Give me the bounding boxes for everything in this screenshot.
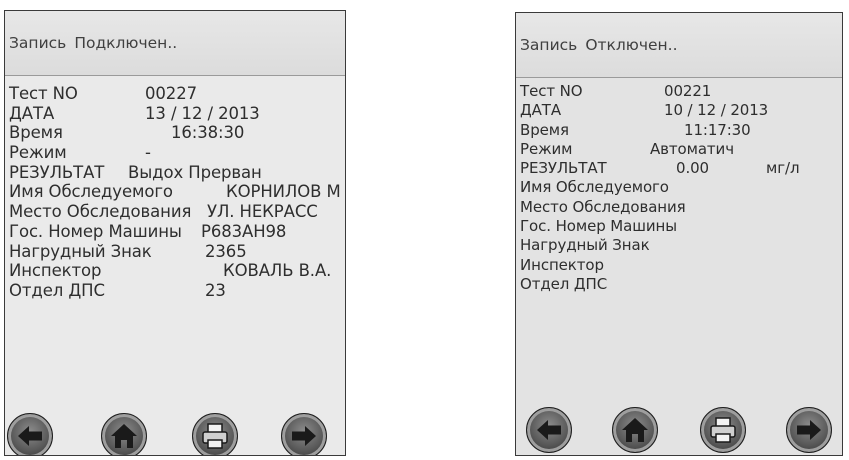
row-department: Отдел ДПС bbox=[520, 275, 842, 294]
test-record-table: Тест NO 00221 ДАТА 10 / 12 / 2013 Время … bbox=[520, 82, 842, 294]
navigation-bar bbox=[516, 403, 842, 455]
printer-icon bbox=[710, 417, 736, 443]
department-value: 23 bbox=[205, 280, 226, 300]
row-subject-name: Имя Обследуемого КОРНИЛОВ М bbox=[9, 182, 345, 202]
row-exam-location: Место Обследования bbox=[520, 198, 842, 217]
navigation-bar bbox=[5, 403, 345, 455]
time-value: 11:17:30 bbox=[684, 120, 751, 139]
result-value: Выдох Прерван bbox=[128, 162, 262, 182]
home-icon bbox=[622, 418, 648, 442]
time-label: Время bbox=[520, 120, 569, 139]
row-time: Время 16:38:30 bbox=[9, 123, 345, 143]
print-button[interactable] bbox=[192, 413, 238, 455]
forward-button[interactable] bbox=[281, 413, 327, 455]
mode-label: Режим bbox=[9, 143, 67, 163]
back-arrow-icon bbox=[18, 426, 42, 446]
exam-location-value: УЛ. НЕКРАСС bbox=[207, 202, 318, 222]
date-label: ДАТА bbox=[520, 101, 562, 120]
inspector-value: КОВАЛЬ В.А. bbox=[223, 261, 332, 281]
exam-location-label: Место Обследования bbox=[520, 197, 686, 216]
row-subject-name: Имя Обследуемого bbox=[520, 178, 842, 197]
result-unit: мг/л bbox=[766, 159, 800, 178]
connection-status: Отключен.. bbox=[585, 36, 678, 54]
row-plate-number: Гос. Номер Машины Р683АН98 bbox=[9, 222, 345, 242]
forward-arrow-icon bbox=[797, 420, 821, 440]
back-button[interactable] bbox=[526, 407, 572, 453]
exam-location-label: Место Обследования bbox=[9, 202, 192, 222]
row-inspector: Инспектор bbox=[520, 256, 842, 275]
printer-icon bbox=[202, 423, 228, 449]
test-number-value: 00221 bbox=[664, 82, 712, 100]
plate-number-label: Гос. Номер Машины bbox=[520, 217, 677, 236]
test-number-label: Тест NO bbox=[9, 84, 78, 103]
plate-number-value: Р683АН98 bbox=[201, 221, 287, 241]
test-number-label: Тест NO bbox=[520, 82, 583, 100]
row-department: Отдел ДПС 23 bbox=[9, 281, 345, 301]
row-test-number: Тест NO 00221 bbox=[520, 82, 842, 101]
mode-label: Режим bbox=[520, 139, 573, 158]
status-bar: Запись Отключен.. bbox=[516, 13, 842, 78]
department-label: Отдел ДПС bbox=[9, 280, 105, 300]
row-badge-number: Нагрудный Знак 2365 bbox=[9, 242, 345, 262]
row-badge-number: Нагрудный Знак bbox=[520, 236, 842, 255]
row-date: ДАТА 13 / 12 / 2013 bbox=[9, 104, 345, 124]
date-label: ДАТА bbox=[9, 103, 55, 123]
result-label: РЕЗУЛЬТАТ bbox=[9, 162, 105, 182]
result-value: 0.00 bbox=[676, 159, 709, 178]
row-result: РЕЗУЛЬТАТ 0.00 мг/л bbox=[520, 159, 842, 178]
back-arrow-icon bbox=[537, 420, 561, 440]
row-mode: Режим Автоматич bbox=[520, 140, 842, 159]
row-inspector: Инспектор КОВАЛЬ В.А. bbox=[9, 261, 345, 281]
test-record-table: Тест NO 00227 ДАТА 13 / 12 / 2013 Время … bbox=[9, 84, 345, 301]
mode-value: Автоматич bbox=[650, 139, 734, 158]
device-screen-left: Запись Подключен.. Тест NO 00227 ДАТА 13… bbox=[4, 10, 346, 456]
back-button[interactable] bbox=[7, 413, 53, 455]
badge-number-label: Нагрудный Знак bbox=[9, 241, 152, 261]
row-mode: Режим - bbox=[9, 143, 345, 163]
row-result: РЕЗУЛЬТАТ Выдох Прерван bbox=[9, 163, 345, 183]
record-mode-label: Запись bbox=[9, 34, 67, 52]
result-label: РЕЗУЛЬТАТ bbox=[520, 159, 607, 178]
device-screen-right: Запись Отключен.. Тест NO 00221 ДАТА 10 … bbox=[515, 12, 843, 456]
badge-number-label: Нагрудный Знак bbox=[520, 236, 650, 255]
home-icon bbox=[111, 424, 137, 448]
status-bar: Запись Подключен.. bbox=[5, 11, 345, 76]
row-exam-location: Место Обследования УЛ. НЕКРАСС bbox=[9, 202, 345, 222]
forward-arrow-icon bbox=[292, 426, 316, 446]
subject-name-value: КОРНИЛОВ М bbox=[226, 182, 341, 202]
connection-status: Подключен.. bbox=[74, 34, 178, 52]
plate-number-label: Гос. Номер Машины bbox=[9, 221, 182, 241]
row-date: ДАТА 10 / 12 / 2013 bbox=[520, 101, 842, 120]
mode-value: - bbox=[145, 143, 151, 163]
subject-name-label: Имя Обследуемого bbox=[520, 178, 669, 197]
forward-button[interactable] bbox=[786, 407, 832, 453]
home-button[interactable] bbox=[612, 407, 658, 453]
time-value: 16:38:30 bbox=[171, 123, 245, 143]
inspector-label: Инспектор bbox=[9, 261, 102, 281]
home-button[interactable] bbox=[101, 413, 147, 455]
inspector-label: Инспектор bbox=[520, 255, 604, 274]
test-number-value: 00227 bbox=[145, 84, 197, 103]
badge-number-value: 2365 bbox=[205, 241, 247, 261]
row-plate-number: Гос. Номер Машины bbox=[520, 217, 842, 236]
date-value: 10 / 12 / 2013 bbox=[664, 101, 769, 120]
record-mode-label: Запись bbox=[520, 36, 578, 54]
time-label: Время bbox=[9, 123, 63, 143]
date-value: 13 / 12 / 2013 bbox=[145, 103, 260, 123]
print-button[interactable] bbox=[700, 407, 746, 453]
row-time: Время 11:17:30 bbox=[520, 121, 842, 140]
row-test-number: Тест NO 00227 bbox=[9, 84, 345, 104]
subject-name-label: Имя Обследуемого bbox=[9, 182, 173, 202]
department-label: Отдел ДПС bbox=[520, 274, 608, 293]
